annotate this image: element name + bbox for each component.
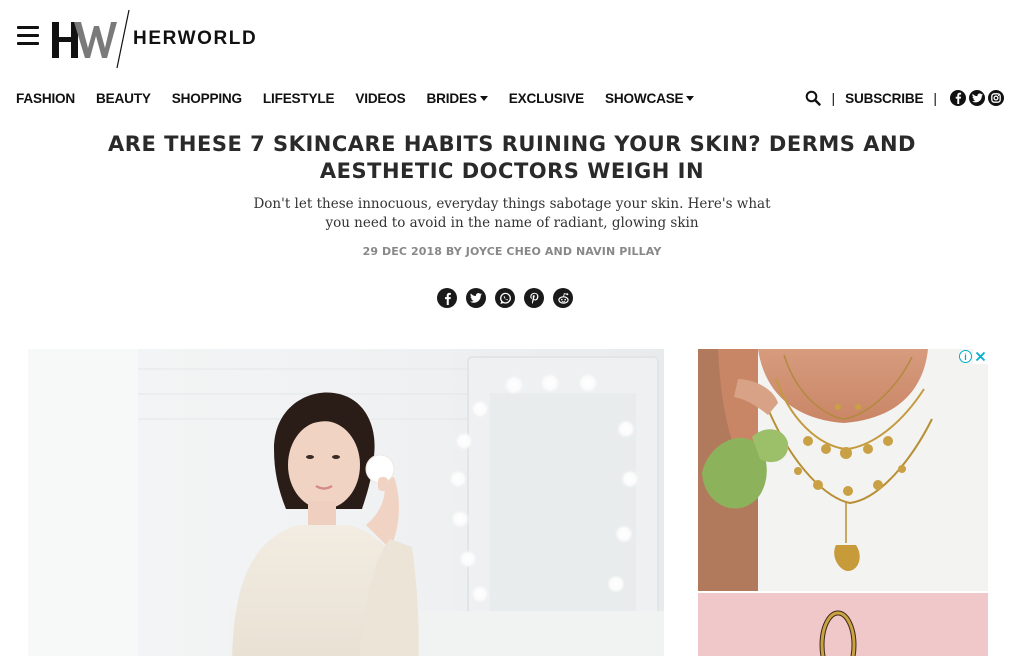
nav-label: EXCLUSIVE xyxy=(508,90,584,106)
nav-item-beauty[interactable]: BEAUTY xyxy=(96,91,151,106)
advertisement[interactable]: i xyxy=(698,349,988,656)
nav-item-videos[interactable]: VIDEOS xyxy=(355,91,405,106)
nav-label: FASHION xyxy=(16,90,76,106)
search-icon[interactable] xyxy=(805,90,822,106)
caret-down-icon xyxy=(686,96,695,101)
facebook-icon[interactable] xyxy=(950,90,966,106)
menu-hamburger-icon[interactable] xyxy=(17,26,39,46)
ad-info-icon[interactable]: i xyxy=(959,350,972,363)
reddit-icon[interactable] xyxy=(553,288,573,308)
main-navigation: FASHION BEAUTY SHOPPING LIFESTYLE VIDEOS… xyxy=(16,88,715,108)
twitter-icon[interactable] xyxy=(466,288,486,308)
instagram-icon[interactable] xyxy=(988,90,1004,106)
hero-image xyxy=(28,349,664,656)
header-actions: | SUBSCRIBE | xyxy=(805,88,1004,108)
article-headline: ARE THESE 7 SKINCARE HABITS RUINING YOUR… xyxy=(108,132,916,183)
subscribe-link[interactable]: SUBSCRIBE xyxy=(845,91,923,106)
share-buttons xyxy=(437,288,582,308)
article-dek: Don't let these innocuous, everyday thin… xyxy=(253,196,771,231)
nav-item-fashion[interactable]: FASHION xyxy=(16,91,75,106)
nav-label: SHOWCASE xyxy=(604,90,684,106)
logo-wordmark: HERWORLD xyxy=(133,28,258,49)
nav-label: SHOPPING xyxy=(171,90,242,106)
nav-label: LIFESTYLE xyxy=(262,90,335,106)
nav-label: BEAUTY xyxy=(96,90,151,106)
close-icon[interactable] xyxy=(973,349,988,364)
twitter-icon[interactable] xyxy=(969,90,985,106)
nav-label: VIDEOS xyxy=(355,90,406,106)
nav-item-brides[interactable]: BRIDES xyxy=(427,91,488,106)
nav-label: BRIDES xyxy=(426,90,477,106)
nav-item-exclusive[interactable]: EXCLUSIVE xyxy=(509,91,584,106)
nav-item-shopping[interactable]: SHOPPING xyxy=(172,91,242,106)
logo-monogram xyxy=(52,9,130,69)
facebook-icon[interactable] xyxy=(437,288,457,308)
separator: | xyxy=(831,90,836,106)
separator: | xyxy=(933,90,937,106)
article-byline: 29 DEC 2018 BY JOYCE CHEO AND NAVIN PILL… xyxy=(362,245,662,258)
pinterest-icon[interactable] xyxy=(524,288,544,308)
site-logo[interactable]: HERWORLD xyxy=(50,8,270,70)
nav-item-lifestyle[interactable]: LIFESTYLE xyxy=(262,90,335,106)
caret-down-icon xyxy=(479,96,488,101)
nav-item-showcase[interactable]: SHOWCASE xyxy=(604,90,695,106)
whatsapp-icon[interactable] xyxy=(495,288,515,308)
